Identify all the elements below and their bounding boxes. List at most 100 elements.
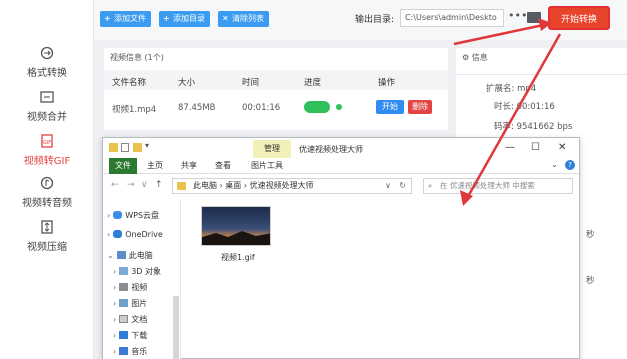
expand-chevron-icon[interactable]: › (113, 267, 116, 276)
sidebar-item-label: 视频合并 (27, 112, 67, 123)
browse-button[interactable]: ••• (508, 9, 527, 22)
row-start-button[interactable]: 开始 (376, 100, 404, 114)
ribbon-tab-home[interactable]: 主页 (141, 158, 169, 174)
window-title: 优速视频处理大师 (299, 145, 363, 154)
back-arrow-icon[interactable]: ← (111, 180, 119, 190)
table-header: 文件名称 大小 时间 进度 操作 (104, 70, 448, 90)
expand-chevron-icon[interactable]: › (113, 299, 116, 308)
ribbon-tab-file[interactable]: 文件 (109, 158, 137, 174)
file-size-cell: 87.45MB (178, 103, 216, 113)
clear-list-button[interactable]: ✕ 清除列表 (218, 11, 269, 27)
tree-item[interactable]: › 视频 (113, 282, 147, 293)
column-header: 操作 (378, 78, 396, 88)
address-dropdown-icon[interactable]: ∨ (385, 179, 391, 193)
info-title: ⚙ 信息 (462, 52, 488, 63)
add-file-button[interactable]: + 添加文件 (100, 11, 151, 27)
add-folder-button[interactable]: + 添加目录 (159, 11, 210, 27)
help-icon[interactable]: ? (565, 160, 575, 170)
sidebar-item-label: 视频压缩 (27, 242, 67, 253)
sidebar-item-audio[interactable]: 视频转音频 (0, 176, 94, 216)
expand-chevron-icon[interactable]: › (113, 283, 116, 292)
start-convert-button[interactable]: 开始转换 (548, 6, 610, 30)
ext-value: mp4 (517, 84, 537, 94)
format-convert-icon (40, 46, 54, 60)
sidebar-item-gif[interactable]: GIF 视频转GIF (0, 134, 94, 174)
folder-icon[interactable] (527, 12, 541, 23)
tree-item[interactable]: › 音乐 (113, 346, 147, 357)
expand-chevron-icon[interactable]: › (107, 230, 110, 239)
tree-item-label: 3D 对象 (131, 267, 161, 276)
expand-chevron-icon[interactable]: ⌄ (107, 251, 114, 260)
plus-icon: + (104, 14, 111, 23)
music-folder-icon (119, 347, 129, 355)
tree-item-label: 图片 (131, 299, 148, 308)
output-dir-input[interactable]: C:\Users\admin\Deskto (400, 9, 504, 27)
ribbon-tab-view[interactable]: 查看 (209, 158, 237, 174)
sidebar: 格式转换 视频合并 GIF 视频转GIF 视频转音频 视频压缩 (0, 0, 94, 359)
forward-arrow-icon[interactable]: → (127, 180, 135, 190)
output-dir-label: 输出目录: (355, 15, 395, 25)
merge-icon (40, 91, 54, 103)
svg-text:GIF: GIF (43, 140, 51, 146)
toolbar: + 添加文件 + 添加目录 ✕ 清除列表 输出目录: C:\Users\admin\D… (94, 0, 627, 40)
maximize-icon[interactable]: ☐ (531, 142, 540, 153)
tree-item[interactable]: ⌄ 此电脑 (107, 250, 153, 261)
expand-chevron-icon[interactable]: › (107, 211, 110, 220)
duration-label: 时长: (494, 102, 517, 112)
sidebar-item-compress[interactable]: 视频压缩 (0, 220, 94, 260)
video-list-panel: 视频信息 (1个) 文件名称 大小 时间 进度 操作 视频1.mp4 87.45… (104, 48, 448, 130)
panel-title: 视频信息 (1个) (110, 53, 164, 62)
tree-item[interactable]: › OneDrive (107, 230, 163, 239)
expand-chevron-icon[interactable]: › (113, 347, 116, 356)
onedrive-icon (113, 230, 123, 238)
search-placeholder: 在 优速视频处理大师 中搜索 (440, 181, 535, 190)
quick-access-dropdown-icon[interactable]: ▾ (145, 141, 149, 150)
sidebar-item-label: 视频转音频 (22, 198, 72, 209)
folder-icon (177, 182, 186, 190)
scrollbar[interactable] (173, 296, 179, 359)
close-icon[interactable]: ✕ (558, 142, 566, 153)
expand-chevron-icon[interactable]: › (113, 331, 116, 340)
refresh-icon[interactable]: ↻ (399, 179, 406, 193)
progress-bar (304, 101, 330, 113)
ribbon-tab-share[interactable]: 共享 (175, 158, 203, 174)
address-bar[interactable]: 此电脑 › 桌面 › 优速视频处理大师 ∨ ↻ (172, 178, 412, 194)
plus-icon: + (163, 14, 170, 23)
status-dot (336, 104, 342, 110)
compress-icon (41, 220, 53, 234)
file-thumbnail[interactable] (201, 206, 271, 246)
tree-item-label: OneDrive (125, 230, 163, 239)
address-bar-row: ← → ∨ ↑ 此电脑 › 桌面 › 优速视频处理大师 ∨ ↻ ⌕ 在 优速视频… (103, 176, 579, 196)
videos-folder-icon (119, 283, 129, 291)
divider (456, 74, 627, 75)
3d-objects-icon (119, 267, 129, 275)
explorer-titlebar: ▾ 管理 优速视频处理大师 — ☐ ✕ (103, 138, 579, 160)
column-header: 大小 (178, 78, 196, 88)
tree-item-label: 下载 (131, 331, 148, 340)
downloads-folder-icon (119, 331, 129, 339)
search-input[interactable]: ⌕ 在 优速视频处理大师 中搜索 (423, 178, 573, 194)
duration-row: 时长: 00:01:16 (494, 100, 555, 112)
duration-value: 00:01:16 (516, 102, 555, 112)
sidebar-item-merge[interactable]: 视频合并 (0, 90, 94, 130)
tree-item[interactable]: › 图片 (113, 298, 147, 309)
ribbon-tab-picture-tools[interactable]: 图片工具 (245, 158, 289, 174)
expand-ribbon-icon[interactable]: ⌄ (551, 160, 558, 169)
minimize-icon[interactable]: — (505, 142, 515, 153)
up-arrow-icon[interactable]: ↑ (155, 180, 163, 190)
column-header: 进度 (304, 78, 322, 88)
expand-chevron-icon[interactable]: › (113, 315, 116, 324)
manage-tab[interactable]: 管理 (253, 140, 291, 158)
tree-item[interactable]: › 文档 (113, 314, 147, 325)
tree-item[interactable]: › 3D 对象 (113, 266, 161, 277)
file-time-cell: 00:01:16 (242, 103, 281, 113)
tree-item[interactable]: › 下载 (113, 330, 147, 341)
tree-item-label: 此电脑 (128, 251, 153, 260)
recent-dropdown-icon[interactable]: ∨ (141, 180, 148, 190)
sidebar-item-format-convert[interactable]: 格式转换 (0, 46, 94, 86)
tree-item-label: WPS云盘 (125, 211, 160, 220)
bitrate-value: 9541662 bps (516, 122, 573, 132)
row-delete-button[interactable]: 删除 (408, 100, 432, 114)
column-header: 文件名称 (112, 78, 147, 88)
tree-item[interactable]: › WPS云盘 (107, 210, 159, 221)
